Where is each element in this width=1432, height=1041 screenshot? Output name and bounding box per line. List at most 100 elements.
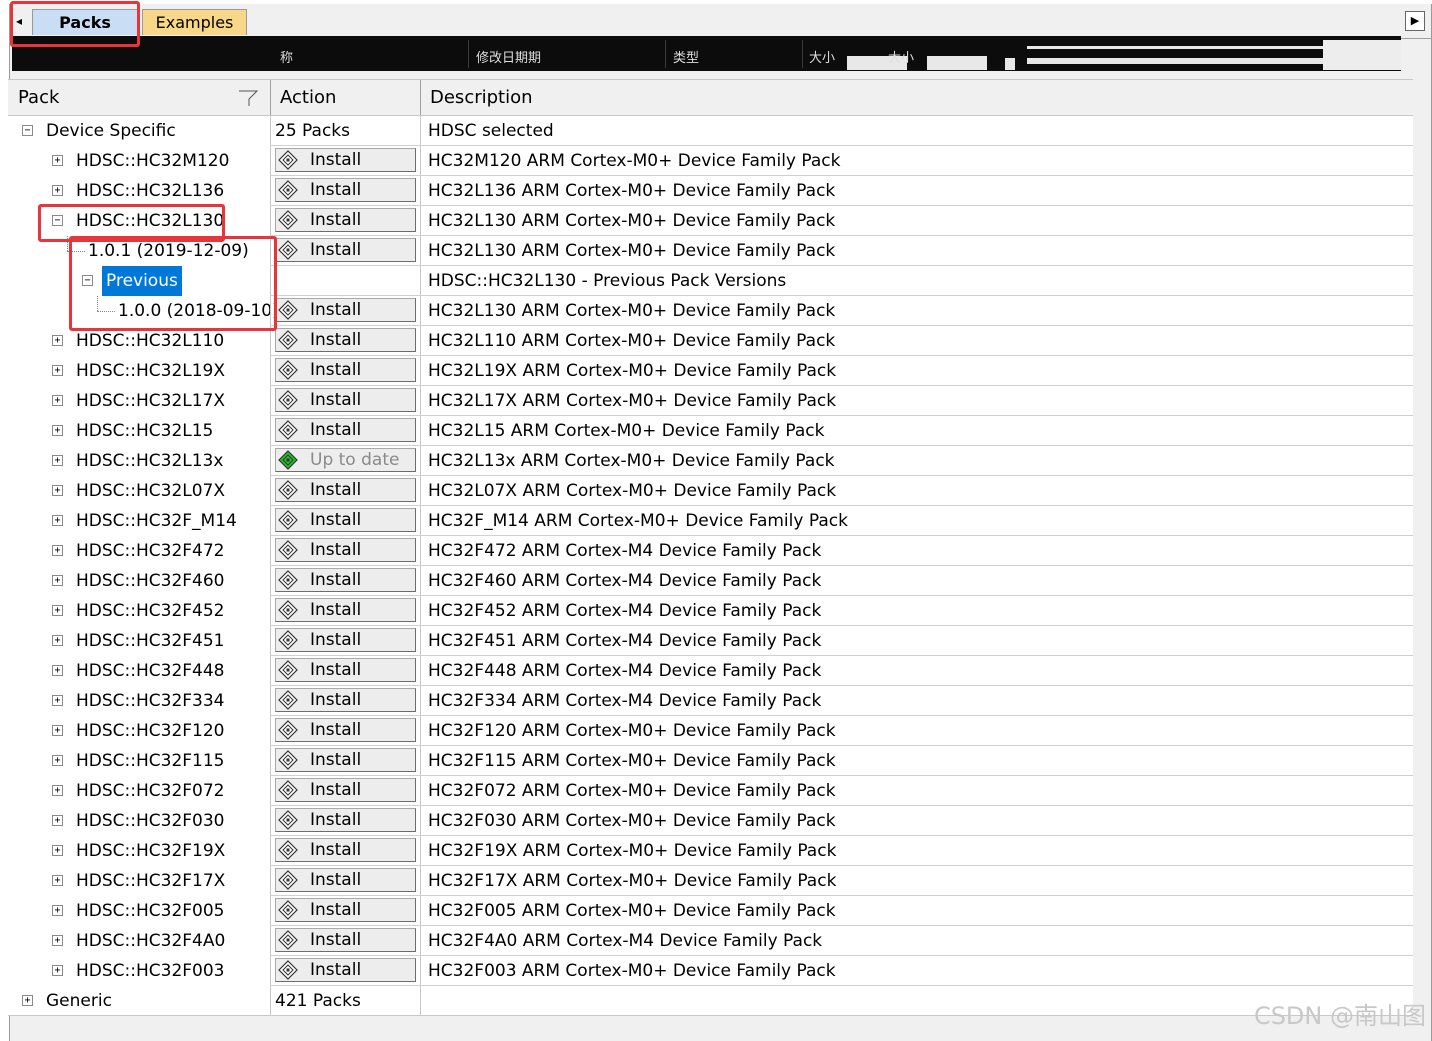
install-button[interactable]: Install bbox=[275, 358, 416, 382]
table-row[interactable]: + HDSC::HC32F452 Install HC32F452 ARM Corte… bbox=[8, 596, 1413, 626]
install-button[interactable]: Install bbox=[275, 298, 416, 322]
expand-icon[interactable]: + bbox=[52, 545, 63, 556]
install-button[interactable]: Install bbox=[275, 568, 416, 592]
expand-icon[interactable]: + bbox=[52, 695, 63, 706]
pack-name[interactable]: HDSC::HC32F120 bbox=[76, 716, 225, 746]
table-row[interactable]: + HDSC::HC32F334 Install HC32F334 ARM Corte… bbox=[8, 686, 1413, 716]
table-row[interactable]: + HDSC::HC32F448 Install HC32F448 ARM Corte… bbox=[8, 656, 1413, 686]
expand-icon[interactable]: + bbox=[52, 725, 63, 736]
pack-name[interactable]: HDSC::HC32F451 bbox=[76, 626, 225, 656]
install-button[interactable]: Install bbox=[275, 958, 416, 982]
install-button[interactable]: Install bbox=[275, 748, 416, 772]
table-row[interactable]: + HDSC::HC32F072 Install HC32F072 ARM Corte… bbox=[8, 776, 1413, 806]
install-button[interactable]: Install bbox=[275, 238, 416, 262]
install-button[interactable]: Install bbox=[275, 838, 416, 862]
expand-icon[interactable]: + bbox=[52, 455, 63, 466]
install-button[interactable]: Install bbox=[275, 718, 416, 742]
expand-icon[interactable]: + bbox=[52, 875, 63, 886]
pack-name[interactable]: HDSC::HC32L15 bbox=[76, 416, 213, 446]
expand-icon[interactable]: + bbox=[52, 575, 63, 586]
expand-icon[interactable]: + bbox=[52, 965, 63, 976]
expand-icon[interactable]: + bbox=[52, 395, 63, 406]
pack-name[interactable]: HDSC::HC32F030 bbox=[76, 806, 225, 836]
table-row[interactable]: + HDSC::HC32L15 Install HC32L15 ARM Cortex-… bbox=[8, 416, 1413, 446]
table-row[interactable]: + HDSC::HC32F451 Install HC32F451 ARM Corte… bbox=[8, 626, 1413, 656]
table-row[interactable]: + HDSC::HC32F005 Install HC32F005 ARM Corte… bbox=[8, 896, 1413, 926]
table-row[interactable]: + HDSC::HC32L19X Install HC32L19X ARM Corte… bbox=[8, 356, 1413, 386]
pack-name[interactable]: HDSC::HC32F_M14 bbox=[76, 506, 237, 536]
table-row[interactable]: + HDSC::HC32F_M14 Install HC32F_M14 ARM Cor… bbox=[8, 506, 1413, 536]
install-button[interactable]: Install bbox=[275, 478, 416, 502]
up-to-date-button[interactable]: Up to date bbox=[275, 448, 416, 472]
pack-name[interactable]: HDSC::HC32F003 bbox=[76, 956, 225, 986]
pack-name[interactable]: HDSC::HC32F17X bbox=[76, 866, 225, 896]
table-row[interactable]: + Generic 421 Packs bbox=[8, 986, 1413, 1016]
pack-name[interactable]: HDSC::HC32M120 bbox=[76, 146, 229, 176]
pack-name[interactable]: Device Specific bbox=[46, 116, 176, 146]
expand-icon[interactable]: + bbox=[52, 665, 63, 676]
expand-icon[interactable]: + bbox=[52, 335, 63, 346]
table-row[interactable]: + HDSC::HC32L136 Install HC32L136 ARM Corte… bbox=[8, 176, 1413, 206]
install-button[interactable]: Install bbox=[275, 418, 416, 442]
pack-name[interactable]: HDSC::HC32L07X bbox=[76, 476, 225, 506]
tab-examples[interactable]: Examples bbox=[142, 9, 247, 35]
expand-icon[interactable]: + bbox=[52, 755, 63, 766]
pack-name[interactable]: HDSC::HC32F19X bbox=[76, 836, 225, 866]
expand-icon[interactable]: + bbox=[52, 905, 63, 916]
table-row[interactable]: + HDSC::HC32M120 Install HC32M120 ARM Corte… bbox=[8, 146, 1413, 176]
install-button[interactable]: Install bbox=[275, 538, 416, 562]
table-row[interactable]: + HDSC::HC32F460 Install HC32F460 ARM Corte… bbox=[8, 566, 1413, 596]
pack-name[interactable]: HDSC::HC32F334 bbox=[76, 686, 225, 716]
expand-icon[interactable]: + bbox=[52, 935, 63, 946]
column-header-action[interactable]: Action bbox=[278, 80, 336, 115]
table-row[interactable]: + HDSC::HC32F17X Install HC32F17X ARM Corte… bbox=[8, 866, 1413, 896]
expand-icon[interactable]: + bbox=[52, 185, 63, 196]
install-button[interactable]: Install bbox=[275, 658, 416, 682]
expand-icon[interactable]: + bbox=[52, 815, 63, 826]
table-row[interactable]: + HDSC::HC32F19X Install HC32F19X ARM Corte… bbox=[8, 836, 1413, 866]
install-button[interactable]: Install bbox=[275, 778, 416, 802]
expand-icon[interactable]: + bbox=[52, 485, 63, 496]
install-button[interactable]: Install bbox=[275, 868, 416, 892]
table-row[interactable]: + HDSC::HC32L13x Up to date HC32L13x ARM Co… bbox=[8, 446, 1413, 476]
pack-name[interactable]: HDSC::HC32F005 bbox=[76, 896, 225, 926]
expand-icon[interactable]: + bbox=[52, 605, 63, 616]
pack-name[interactable]: Generic bbox=[46, 986, 112, 1016]
pack-name[interactable]: HDSC::HC32F072 bbox=[76, 776, 225, 806]
expand-icon[interactable]: + bbox=[52, 425, 63, 436]
table-row[interactable]: + HDSC::HC32F472 Install HC32F472 ARM Corte… bbox=[8, 536, 1413, 566]
pack-name[interactable]: HDSC::HC32L13x bbox=[76, 446, 223, 476]
table-row[interactable]: + HDSC::HC32F120 Install HC32F120 ARM Corte… bbox=[8, 716, 1413, 746]
install-button[interactable]: Install bbox=[275, 178, 416, 202]
pack-name[interactable]: HDSC::HC32F4A0 bbox=[76, 926, 225, 956]
install-button[interactable]: Install bbox=[275, 898, 416, 922]
pack-name[interactable]: HDSC::HC32F452 bbox=[76, 596, 225, 626]
column-header-description[interactable]: Description bbox=[428, 80, 533, 115]
install-button[interactable]: Install bbox=[275, 928, 416, 952]
install-button[interactable]: Install bbox=[275, 388, 416, 412]
pack-name[interactable]: HDSC::HC32F460 bbox=[76, 566, 225, 596]
pack-name[interactable]: HDSC::HC32L19X bbox=[76, 356, 225, 386]
table-row[interactable]: + HDSC::HC32L07X Install HC32L07X ARM Corte… bbox=[8, 476, 1413, 506]
table-row[interactable]: + HDSC::HC32F030 Install HC32F030 ARM Corte… bbox=[8, 806, 1413, 836]
table-row[interactable]: + HDSC::HC32L17X Install HC32L17X ARM Corte… bbox=[8, 386, 1413, 416]
table-row[interactable]: + HDSC::HC32F4A0 Install HC32F4A0 ARM Corte… bbox=[8, 926, 1413, 956]
install-button[interactable]: Install bbox=[275, 808, 416, 832]
expand-icon[interactable]: + bbox=[52, 845, 63, 856]
install-button[interactable]: Install bbox=[275, 328, 416, 352]
install-button[interactable]: Install bbox=[275, 148, 416, 172]
expand-icon[interactable]: + bbox=[52, 365, 63, 376]
table-row[interactable]: + HDSC::HC32F115 Install HC32F115 ARM Corte… bbox=[8, 746, 1413, 776]
install-button[interactable]: Install bbox=[275, 628, 416, 652]
install-button[interactable]: Install bbox=[275, 688, 416, 712]
collapse-icon[interactable]: − bbox=[22, 125, 33, 136]
install-button[interactable]: Install bbox=[275, 508, 416, 532]
pack-name[interactable]: HDSC::HC32L17X bbox=[76, 386, 225, 416]
expand-icon[interactable]: + bbox=[52, 155, 63, 166]
expand-icon[interactable]: + bbox=[52, 515, 63, 526]
column-header-pack[interactable]: Pack bbox=[16, 80, 59, 115]
expand-icon[interactable]: + bbox=[52, 785, 63, 796]
tab-scroll-right-button[interactable]: ▶ bbox=[1405, 11, 1425, 31]
pack-name[interactable]: HDSC::HC32F448 bbox=[76, 656, 225, 686]
expand-icon[interactable]: + bbox=[52, 635, 63, 646]
